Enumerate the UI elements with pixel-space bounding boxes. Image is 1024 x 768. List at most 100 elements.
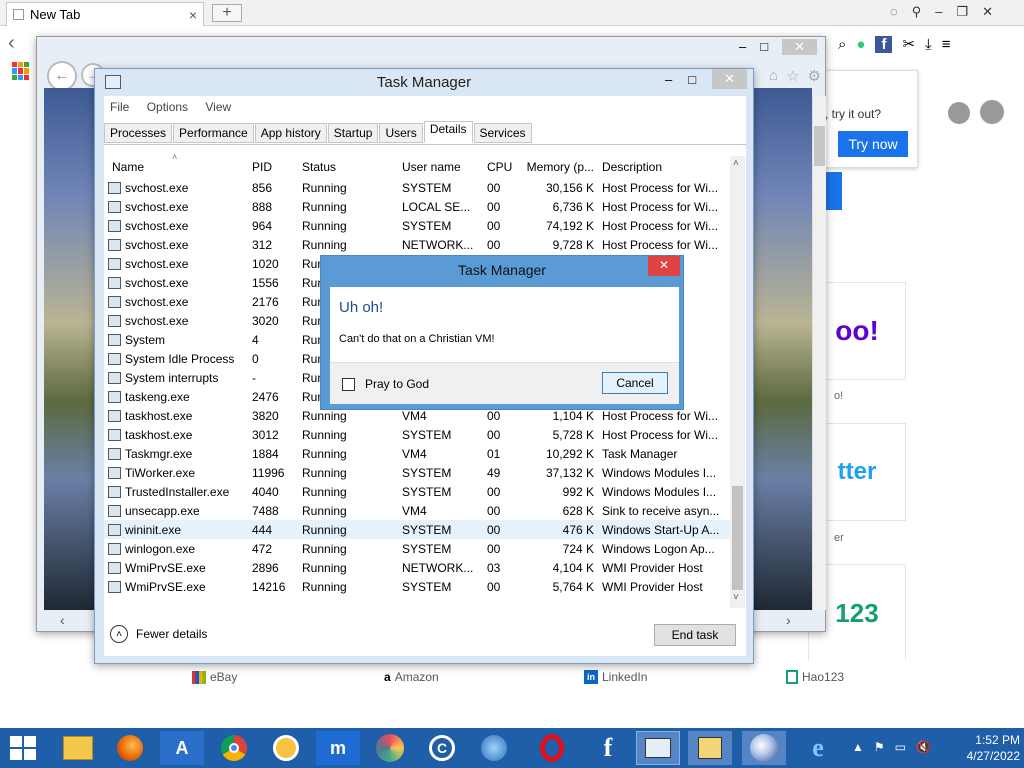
pin-icon[interactable]: ⚲ <box>912 4 922 22</box>
table-row[interactable]: WmiPrvSE.exe 2896 Running NETWORK... 03 4,104… <box>104 558 730 577</box>
facebook-icon[interactable]: f <box>586 731 630 765</box>
process-user: SYSTEM <box>402 541 452 556</box>
table-row[interactable]: TiWorker.exe 11996 Running SYSTEM 49 37,132 K… <box>104 463 730 482</box>
close-icon[interactable]: ✕ <box>782 39 817 55</box>
table-row[interactable]: unsecapp.exe 7488 Running VM4 00 628 K Sink to… <box>104 501 730 520</box>
search-icon[interactable]: ⌕ <box>838 36 846 53</box>
tab-users[interactable]: Users <box>379 123 423 143</box>
maxthon-icon[interactable]: m <box>316 731 360 765</box>
close-icon[interactable]: ✕ <box>982 4 993 22</box>
scroll-right-icon[interactable]: › <box>786 612 791 628</box>
scrollbar-thumb[interactable] <box>814 126 825 166</box>
home-icon[interactable]: ⌂ <box>769 67 778 85</box>
col-cpu[interactable]: CPU <box>483 156 518 178</box>
browser-tab[interactable]: New Tab × <box>6 2 204 26</box>
quick-link-amazon[interactable]: a Amazon <box>384 670 439 684</box>
start-windows-icon[interactable] <box>10 736 38 760</box>
close-icon[interactable]: ✕ <box>712 69 747 89</box>
try-now-button[interactable]: Try now <box>838 131 908 157</box>
scroll-left-icon[interactable]: ‹ <box>60 612 65 628</box>
col-pid[interactable]: PID <box>248 156 298 178</box>
table-row[interactable]: svchost.exe 312 Running NETWORK... 00 9,728 K… <box>104 235 730 254</box>
vpn-icon[interactable] <box>264 731 308 765</box>
clock[interactable]: 1:52 PM 4/27/2022 <box>950 732 1020 764</box>
table-row[interactable]: svchost.exe 964 Running SYSTEM 00 74,192 K Hos… <box>104 216 730 235</box>
new-tab-button[interactable]: + <box>212 4 242 22</box>
opera-icon[interactable] <box>530 731 574 765</box>
col-memory[interactable]: Memory (p... <box>518 156 598 178</box>
app-a-icon[interactable]: A <box>160 731 204 765</box>
internet-explorer-icon[interactable]: e <box>796 731 840 765</box>
volume-muted-icon[interactable]: 🔇 <box>916 740 931 754</box>
cancel-button[interactable]: Cancel <box>602 372 668 394</box>
dialog-close-icon[interactable]: ✕ <box>648 256 680 276</box>
menu-icon[interactable]: ≡ <box>942 36 951 53</box>
quick-link-ebay[interactable]: eBay <box>192 670 237 684</box>
tab-performance[interactable]: Performance <box>173 123 254 143</box>
table-row[interactable]: svchost.exe 888 Running LOCAL SE... 00 6,736 … <box>104 197 730 216</box>
control-panel-icon[interactable] <box>688 731 732 765</box>
process-status: Running <box>302 560 347 575</box>
table-row[interactable]: Taskmgr.exe 1884 Running VM4 01 10,292 K Task … <box>104 444 730 463</box>
network-icon[interactable]: ▭ <box>895 740 906 754</box>
gear-icon[interactable]: ⚙ <box>808 67 821 85</box>
file-explorer-icon[interactable] <box>56 731 100 765</box>
tab-close-icon[interactable]: × <box>189 7 197 23</box>
scroll-up-icon[interactable]: ˄ <box>733 158 739 169</box>
pray-checkbox[interactable] <box>342 377 355 391</box>
scroll-down-icon[interactable]: ˅ <box>733 592 739 603</box>
restore-icon[interactable]: ❐ <box>957 4 969 22</box>
tab-app-history[interactable]: App history <box>254 123 327 143</box>
maximize-icon[interactable]: □ <box>760 39 768 55</box>
colorful-app-icon[interactable] <box>368 731 412 765</box>
tab-processes[interactable]: Processes <box>104 123 173 143</box>
fewer-details-toggle[interactable]: ˄ Fewer details <box>110 625 207 643</box>
ccleaner-icon[interactable]: C <box>420 731 464 765</box>
menu-file[interactable]: File <box>110 100 129 114</box>
scrollbar-thumb[interactable] <box>732 486 743 590</box>
table-row[interactable]: wininit.exe 444 Running SYSTEM 00 476 K Window… <box>104 520 730 539</box>
show-hidden-icons-icon[interactable]: ▲ <box>852 740 864 754</box>
col-status[interactable]: Status <box>298 156 398 178</box>
browser-taskbar-icon[interactable] <box>742 731 786 765</box>
minimize-icon[interactable]: – <box>665 72 672 87</box>
globe-icon[interactable] <box>472 731 516 765</box>
firefox-icon[interactable] <box>108 731 152 765</box>
menu-options[interactable]: Options <box>147 100 188 114</box>
col-description[interactable]: Description <box>598 156 730 178</box>
action-center-flag-icon[interactable]: ⚑ <box>874 740 885 754</box>
table-row[interactable]: taskhost.exe 3012 Running SYSTEM 00 5,728 K Ho… <box>104 425 730 444</box>
feedback-icon[interactable]: ◌ <box>890 4 898 22</box>
end-task-button[interactable]: End task <box>654 624 736 646</box>
tab-startup[interactable]: Startup <box>327 123 379 143</box>
tab-details[interactable]: Details <box>423 121 473 143</box>
settings-gear-icon[interactable] <box>948 102 970 124</box>
table-row[interactable]: TrustedInstaller.exe 4040 Running SYSTEM 00 9… <box>104 482 730 501</box>
avatar[interactable] <box>980 100 1004 124</box>
menu-view[interactable]: View <box>205 100 231 114</box>
process-memory: 30,156 K <box>545 180 594 195</box>
facebook-icon[interactable]: f <box>875 35 893 53</box>
star-icon[interactable]: ☆ <box>786 67 799 85</box>
process-scrollbar[interactable]: ˄ ˅ <box>730 156 745 608</box>
background-scrollbar[interactable] <box>812 96 826 610</box>
minimize-icon[interactable]: – <box>739 39 746 55</box>
task-manager-taskbar-icon[interactable] <box>636 731 680 765</box>
table-row[interactable]: svchost.exe 856 Running SYSTEM 00 30,156 K Hos… <box>104 178 730 197</box>
back-arrow-icon[interactable]: ← <box>47 61 77 91</box>
pray-checkbox-row[interactable]: Pray to God <box>342 377 429 391</box>
col-user-name[interactable]: User name <box>398 156 483 178</box>
apps-grid-icon[interactable] <box>12 62 30 80</box>
whatsapp-icon[interactable]: ● <box>856 36 865 53</box>
back-icon[interactable]: ‹ <box>8 32 15 55</box>
maximize-icon[interactable]: □ <box>688 72 696 87</box>
download-icon[interactable]: ⤓ <box>925 36 932 53</box>
minimize-icon[interactable]: – <box>935 4 942 22</box>
scissors-icon[interactable]: ✂ <box>902 35 915 53</box>
tab-services[interactable]: Services <box>473 123 532 143</box>
chrome-icon[interactable] <box>212 731 256 765</box>
quick-link-linkedin[interactable]: in LinkedIn <box>584 670 647 684</box>
table-row[interactable]: WmiPrvSE.exe 14216 Running SYSTEM 00 5,764 K W… <box>104 577 730 596</box>
quick-link-hao123[interactable]: Hao123 <box>786 670 844 684</box>
table-row[interactable]: winlogon.exe 472 Running SYSTEM 00 724 K Windo… <box>104 539 730 558</box>
